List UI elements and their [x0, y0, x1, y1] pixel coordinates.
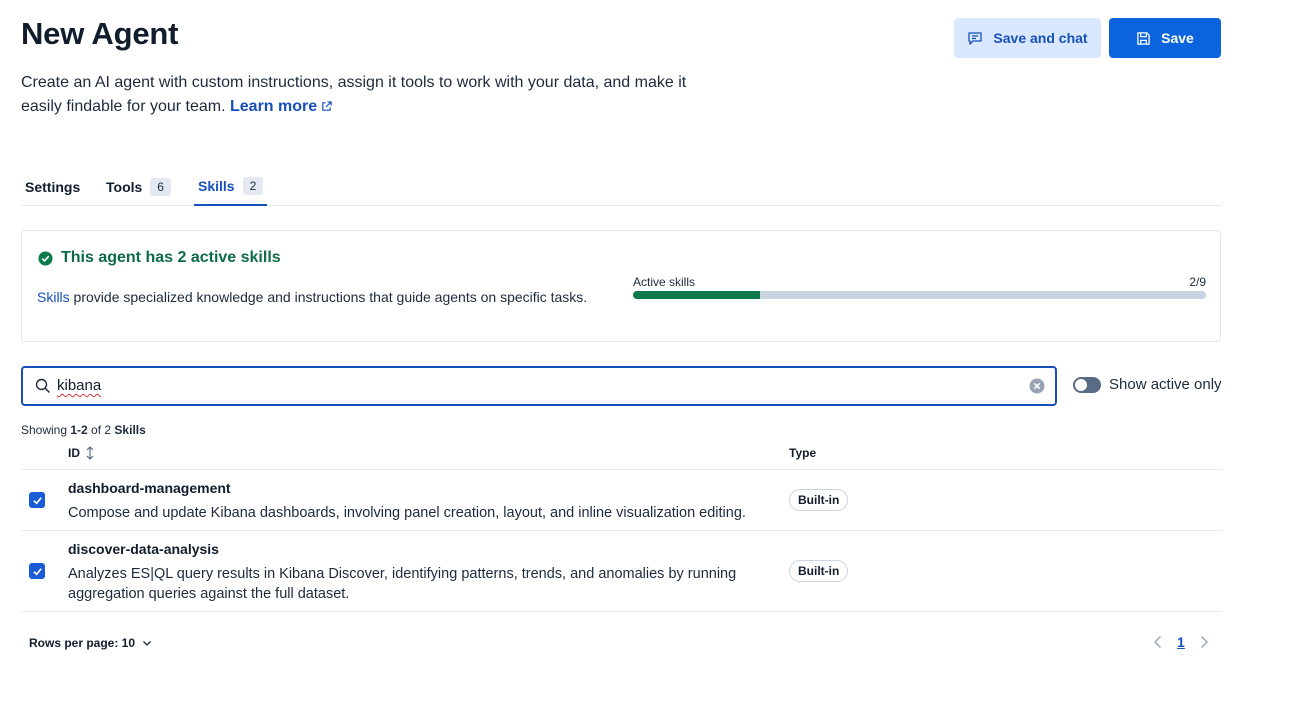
page-description: Create an AI agent with custom instructi…	[21, 71, 701, 119]
tab-settings[interactable]: Settings	[25, 168, 80, 206]
skill-id: discover-data-analysis	[68, 541, 219, 557]
column-header-id[interactable]: ID	[68, 446, 96, 460]
skills-summary-panel: This agent has 2 active skills Skills pr…	[21, 230, 1221, 342]
skills-table: ID Type dashboard-management Compose and…	[21, 440, 1222, 612]
summary-body: provide specialized knowledge and instru…	[69, 289, 588, 305]
check-icon	[32, 567, 42, 575]
search-input[interactable]: kibana	[21, 366, 1057, 406]
summary-heading-text: This agent has 2 active skills	[61, 249, 281, 266]
chevron-down-icon	[143, 641, 151, 646]
active-skills-meter: Active skills 2/9	[633, 275, 1206, 299]
skills-link[interactable]: Skills	[37, 289, 70, 305]
table-row: dashboard-management Compose and update …	[21, 470, 1222, 531]
show-active-only-toggle[interactable]: Show active only	[1073, 376, 1222, 393]
check-circle-icon	[38, 250, 53, 266]
clear-icon[interactable]	[1029, 378, 1045, 394]
page-number-button[interactable]: 1	[1177, 634, 1185, 650]
column-header-type: Type	[789, 446, 817, 460]
save-button[interactable]: Save	[1109, 18, 1221, 58]
search-icon	[35, 378, 50, 393]
toggle-switch[interactable]	[1073, 376, 1101, 393]
learn-more-label: Learn more	[230, 98, 318, 115]
toggle-label: Show active only	[1109, 376, 1222, 393]
meter-fill	[633, 291, 761, 299]
tab-label: Skills	[198, 178, 235, 194]
showing-of: of	[87, 423, 105, 437]
chevron-right-icon	[1200, 636, 1208, 648]
save-and-chat-label: Save and chat	[993, 30, 1088, 46]
search-value: kibana	[57, 377, 102, 394]
tab-label: Tools	[106, 179, 143, 195]
row-checkbox[interactable]	[29, 563, 45, 579]
save-label: Save	[1161, 30, 1194, 46]
showing-noun: Skills	[111, 423, 146, 437]
skill-description: Compose and update Kibana dashboards, in…	[68, 505, 746, 521]
showing-range: 1-2	[70, 423, 88, 437]
skill-description: Analyzes ES|QL query results in Kibana D…	[68, 566, 737, 602]
save-icon	[1137, 31, 1150, 45]
tab-tools[interactable]: Tools 6	[106, 168, 171, 206]
column-id-label: ID	[68, 446, 80, 460]
page-title: New Agent	[21, 16, 179, 51]
rows-per-page-select[interactable]: Rows per page: 10	[29, 636, 153, 650]
chevron-left-icon	[1154, 636, 1161, 648]
table-header: ID Type	[21, 440, 1222, 470]
pagination: 1	[1153, 634, 1209, 650]
table-row: discover-data-analysis Analyzes ES|QL qu…	[21, 531, 1222, 612]
type-badge: Built-in	[789, 489, 849, 511]
meter-track	[633, 291, 1206, 299]
row-checkbox[interactable]	[29, 492, 45, 508]
learn-more-link[interactable]: Learn more	[230, 98, 332, 115]
tab-label: Settings	[25, 179, 81, 195]
next-page-button[interactable]	[1199, 635, 1209, 649]
check-icon	[32, 496, 42, 504]
summary-heading: This agent has 2 active skills	[38, 249, 281, 267]
external-link-icon	[322, 101, 332, 111]
rows-per-page-label: Rows per page: 10	[29, 636, 136, 650]
skill-id: dashboard-management	[68, 480, 231, 496]
previous-page-button[interactable]	[1153, 635, 1163, 649]
tab-bar: Settings Tools 6 Skills 2	[21, 168, 1221, 206]
description-text: Create an AI agent with custom instructi…	[21, 74, 687, 115]
tab-skills[interactable]: Skills 2	[194, 168, 268, 206]
chat-icon	[968, 32, 983, 45]
meter-label: Active skills	[633, 275, 696, 289]
results-count: Showing 1-2 of 2 Skills	[21, 423, 146, 437]
type-badge: Built-in	[789, 560, 849, 582]
summary-text: Skills provide specialized knowledge and…	[37, 287, 607, 307]
meter-value: 2/9	[1189, 275, 1206, 289]
tab-count-badge: 6	[150, 178, 171, 196]
sort-icon	[86, 446, 94, 460]
tab-count-badge: 2	[242, 177, 264, 195]
showing-prefix: Showing	[21, 423, 71, 437]
save-and-chat-button[interactable]: Save and chat	[954, 18, 1101, 58]
